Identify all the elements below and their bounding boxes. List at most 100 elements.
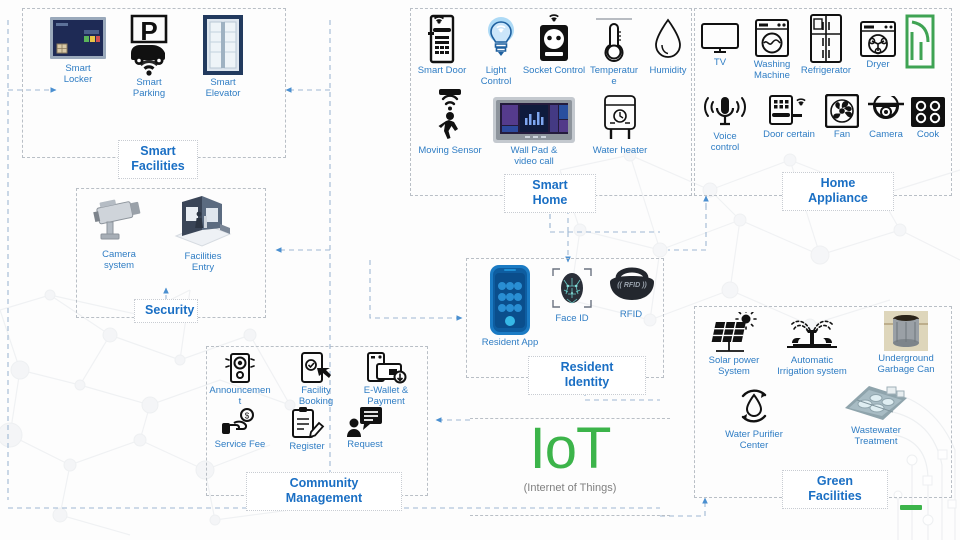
group-title-smart-facilities: Smart Facilities <box>118 140 198 179</box>
item-label: Register <box>289 441 325 452</box>
item-humidity[interactable]: Humidity <box>644 14 692 77</box>
iot-title: IoT <box>529 416 612 481</box>
item-smart-door[interactable]: Smart Door <box>414 14 470 77</box>
group-title-smart-home: Smart Home <box>504 174 596 213</box>
iot-architecture-diagram: Smart Facilities Smart Locker P Smart Pa… <box>0 0 960 540</box>
smart-locker-icon <box>44 14 112 62</box>
request-chat-icon <box>340 406 390 438</box>
washing-machine-icon <box>746 18 798 58</box>
item-e-wallet-payment[interactable]: E-Wallet & Payment <box>356 352 416 407</box>
group-title-resident-identity: Resident Identity <box>528 356 646 395</box>
item-label: Smart Door <box>417 65 467 76</box>
item-label: E-Wallet & Payment <box>363 385 409 407</box>
item-register[interactable]: Register <box>282 406 332 453</box>
item-label: Smart Elevator <box>205 77 241 99</box>
item-automatic-irrigation[interactable]: Automatic Irrigation system <box>768 316 856 377</box>
item-smart-locker[interactable]: Smart Locker <box>44 14 112 85</box>
item-rfid[interactable]: (( RFID )) RFID <box>604 264 658 321</box>
group-title-community-management: Community Management <box>246 472 402 511</box>
item-label: Water Purifier Center <box>725 429 783 451</box>
item-label: Camera <box>869 129 903 140</box>
item-tv[interactable]: TV <box>698 22 742 69</box>
item-solar-power-system[interactable]: Solar power System <box>700 311 768 377</box>
item-light-control[interactable]: Light Control <box>472 14 520 87</box>
e-wallet-icon <box>356 352 416 384</box>
item-facilities-entry[interactable]: Facilities Entry <box>172 194 234 273</box>
item-request[interactable]: Request <box>340 406 390 451</box>
voice-control-icon <box>700 94 750 130</box>
item-label: Fan <box>833 129 851 140</box>
register-clipboard-icon <box>282 406 332 440</box>
item-resident-app[interactable]: Resident App <box>480 264 540 349</box>
thermometer-icon <box>590 14 638 64</box>
brand-leaf-logo-icon <box>905 14 935 69</box>
item-camera[interactable]: Camera <box>862 93 910 141</box>
group-title-home-appliance: Home Appliance <box>782 172 894 211</box>
smart-socket-icon <box>522 14 586 64</box>
water-purifier-icon <box>718 384 790 428</box>
item-label: Automatic Irrigation system <box>777 355 847 377</box>
item-smart-parking[interactable]: P Smart Parking <box>118 14 180 99</box>
dryer-icon <box>856 20 900 58</box>
item-socket-control[interactable]: Socket Control <box>522 14 586 77</box>
item-label: Temperatur e <box>590 65 639 87</box>
item-moving-sensor[interactable]: Moving Sensor <box>412 88 488 157</box>
item-label: Dryer <box>866 59 890 70</box>
item-label: RFID <box>619 309 643 320</box>
item-label: Wall Pad & video call <box>510 145 558 167</box>
wastewater-treatment-icon <box>840 382 912 424</box>
svg-text:(( RFID )): (( RFID )) <box>617 282 647 289</box>
item-cook[interactable]: Cook <box>908 96 948 141</box>
item-label: Service Fee <box>214 439 266 450</box>
item-temperature[interactable]: Temperatur e <box>590 14 638 87</box>
resident-app-icon <box>480 264 540 336</box>
item-fan[interactable]: Fan <box>824 93 860 141</box>
item-label: Solar power System <box>708 355 760 377</box>
item-smart-elevator[interactable]: Smart Elevator <box>192 14 254 99</box>
irrigation-icon <box>768 316 856 354</box>
iot-center-block: IoT (Internet of Things) <box>470 418 670 516</box>
item-label: Wastewater Treatment <box>851 425 901 447</box>
item-refrigerator[interactable]: Refrigerator <box>798 14 854 77</box>
iot-subtitle: (Internet of Things) <box>523 482 617 494</box>
item-face-id[interactable]: Face ID <box>548 266 596 325</box>
smart-parking-icon: P <box>118 14 180 76</box>
item-label: Humidity <box>649 65 687 76</box>
wall-pad-icon <box>492 96 576 144</box>
item-label: Face ID <box>555 313 589 324</box>
item-label: Smart Parking <box>132 77 166 99</box>
item-underground-garbage-can[interactable]: Underground Garbage Can <box>862 310 950 375</box>
water-drop-icon <box>644 14 692 64</box>
item-washing-machine[interactable]: Washing Machine <box>746 18 798 81</box>
item-facility-booking[interactable]: Facility Booking <box>288 352 344 407</box>
item-wastewater-treatment[interactable]: Wastewater Treatment <box>840 382 912 447</box>
item-label: Moving Sensor <box>418 145 482 156</box>
rfid-tag-icon: (( RFID )) <box>604 264 658 308</box>
item-dryer[interactable]: Dryer <box>856 20 900 71</box>
item-wall-pad[interactable]: Wall Pad & video call <box>492 96 576 167</box>
underground-garbage-icon <box>862 310 950 352</box>
item-label: Underground Garbage Can <box>877 353 935 375</box>
item-label: Washing Machine <box>753 59 791 81</box>
item-label: Door certain <box>763 129 815 140</box>
iot-divider-bottom <box>470 515 670 516</box>
item-service-fee[interactable]: $ Service Fee <box>212 408 268 451</box>
item-label: Cook <box>916 129 940 140</box>
item-door-certain[interactable]: Door certain <box>758 94 820 141</box>
item-announcement[interactable]: Announcemen t <box>207 352 273 407</box>
iot-divider-top <box>470 418 670 419</box>
item-voice-control[interactable]: Voice control <box>700 94 750 153</box>
tv-icon <box>698 22 742 56</box>
item-water-purifier-center[interactable]: Water Purifier Center <box>718 384 790 451</box>
facility-booking-icon <box>288 352 344 384</box>
solar-panel-icon <box>700 311 768 354</box>
dome-camera-icon <box>862 93 910 128</box>
item-label: Smart Locker <box>63 63 93 85</box>
item-camera-system[interactable]: Camera system <box>88 196 150 271</box>
item-label: Camera system <box>102 249 136 271</box>
item-water-heater[interactable]: Water heater <box>588 92 652 157</box>
refrigerator-icon <box>798 14 854 64</box>
light-bulb-icon <box>472 14 520 64</box>
cctv-camera-icon <box>88 196 150 248</box>
item-label: Water heater <box>592 145 648 156</box>
